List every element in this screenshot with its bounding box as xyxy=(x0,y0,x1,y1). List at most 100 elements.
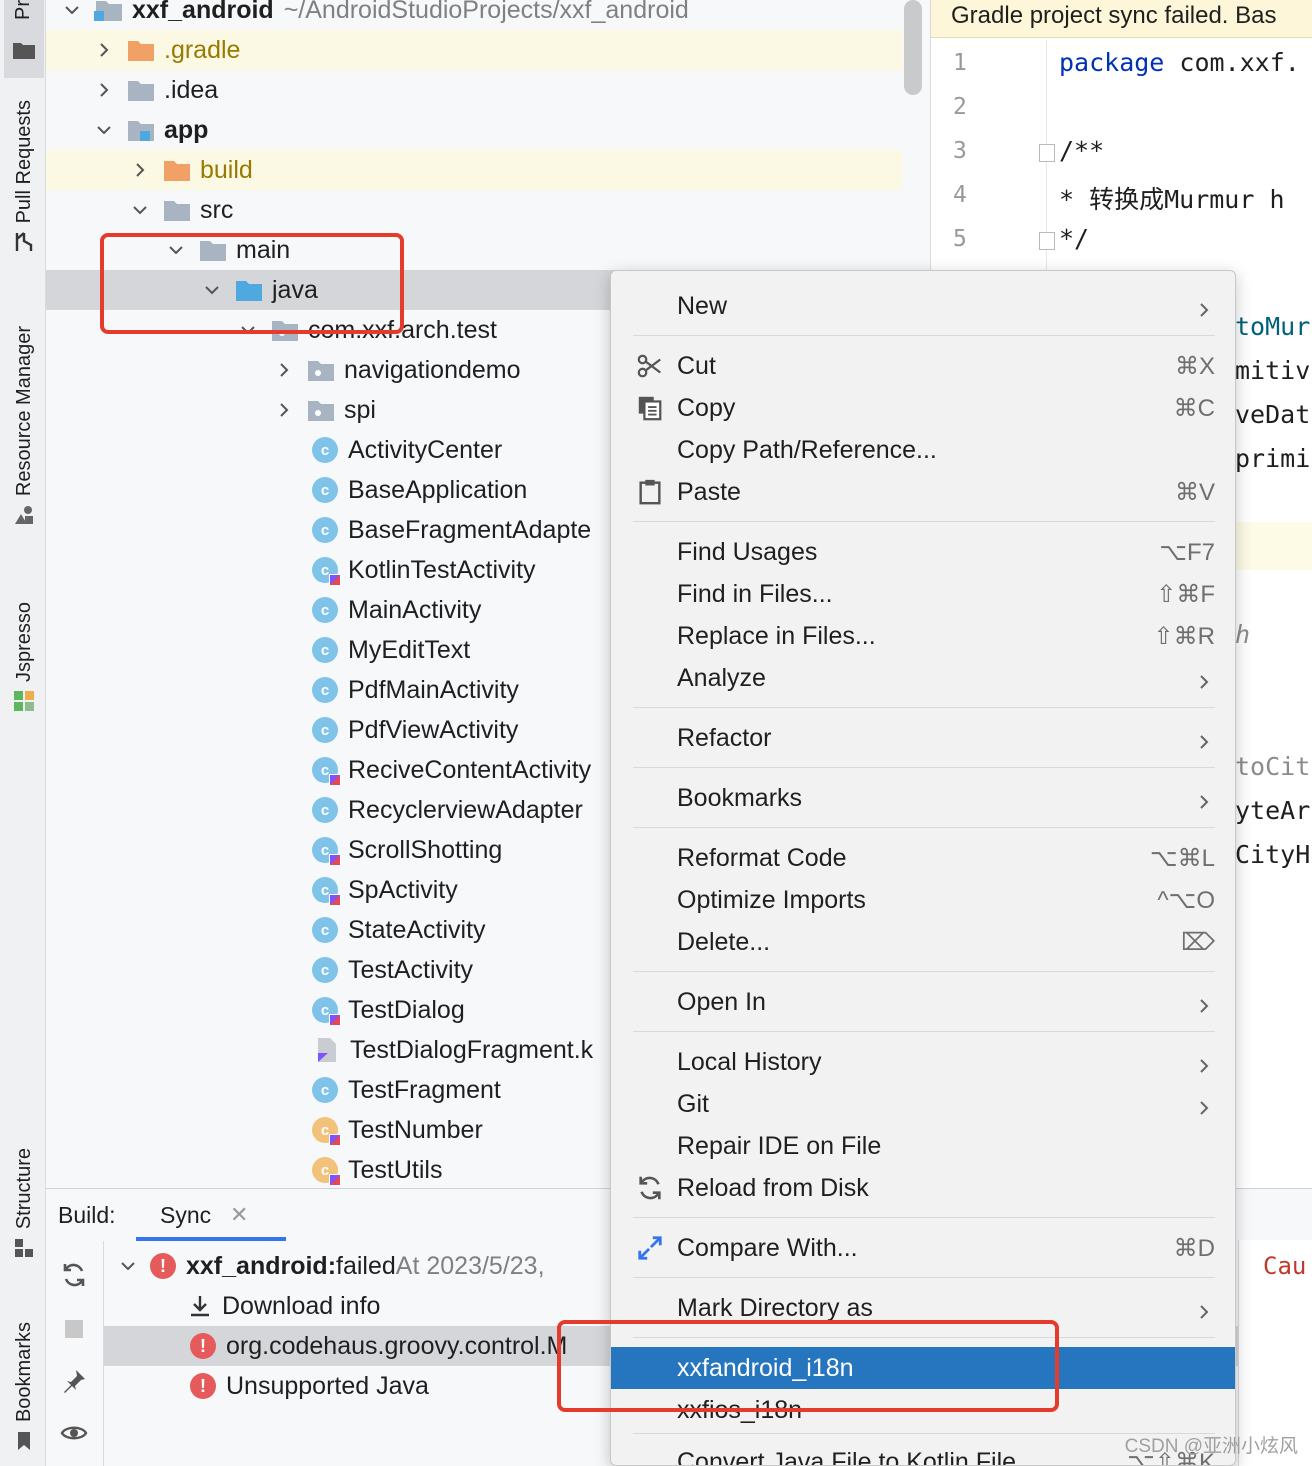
kotlin-class-icon: c xyxy=(312,997,341,1026)
tree-item-idea[interactable]: .idea xyxy=(46,70,902,110)
menu-item-reformat-code[interactable]: Reformat Code ⌥⌘L xyxy=(611,837,1235,879)
tree-item-src[interactable]: src xyxy=(46,190,902,230)
project-tool-button[interactable]: Pr xyxy=(4,0,44,78)
kotlin-badge-icon xyxy=(329,574,341,586)
menu-item-label: Find Usages xyxy=(677,537,818,566)
menu-item-optimize-imports[interactable]: Optimize Imports ^⌥O xyxy=(611,879,1235,921)
code-fragment: h xyxy=(1235,620,1251,649)
menu-item-reload-from-disk[interactable]: Reload from Disk xyxy=(611,1167,1235,1209)
tree-scrollbar[interactable] xyxy=(904,0,922,95)
class-icon: c xyxy=(312,957,338,983)
menu-separator xyxy=(633,767,1215,768)
tree-root-row[interactable]: xxf_android ~/AndroidStudioProjects/xxf_… xyxy=(46,0,902,30)
package-icon xyxy=(272,321,298,341)
menu-item-label: Delete... xyxy=(677,927,771,956)
sync-icon[interactable] xyxy=(60,1261,88,1289)
chevron-down-icon[interactable] xyxy=(200,278,224,302)
close-icon[interactable]: ✕ xyxy=(230,1202,248,1228)
menu-item-delete[interactable]: Delete... ⌦ xyxy=(611,921,1235,963)
tree-item-label: TestFragment xyxy=(348,1075,501,1104)
stop-icon[interactable] xyxy=(60,1315,88,1343)
tab-sync[interactable]: Sync xyxy=(160,1202,211,1229)
chevron-right-icon[interactable] xyxy=(92,78,116,102)
tree-item-label: BaseApplication xyxy=(348,475,528,504)
menu-item-find-usages[interactable]: Find Usages ⌥F7 xyxy=(611,531,1235,573)
menu-item-open-in[interactable]: Open In xyxy=(611,981,1235,1023)
tree-item-label: ActivityCenter xyxy=(348,435,503,464)
menu-item-git[interactable]: Git xyxy=(611,1083,1235,1125)
fold-marker-icon[interactable] xyxy=(1039,232,1055,250)
console-text: Cau xyxy=(1263,1252,1307,1280)
menu-item-bookmarks[interactable]: Bookmarks xyxy=(611,777,1235,819)
tree-item-label: MainActivity xyxy=(348,595,482,624)
bookmarks-tool-button[interactable]: Bookmarks xyxy=(4,1322,44,1452)
submenu-arrow-icon xyxy=(1195,993,1213,1013)
menu-separator xyxy=(633,335,1215,336)
tree-item-label: navigationdemo xyxy=(344,355,521,384)
chevron-right-icon[interactable] xyxy=(92,38,116,62)
menu-item-paste[interactable]: Paste ⌘V xyxy=(611,471,1235,513)
chevron-right-icon[interactable] xyxy=(272,398,296,422)
tree-item-label: StateActivity xyxy=(348,915,486,944)
chevron-down-icon[interactable] xyxy=(164,238,188,262)
code-fragment: mitiv xyxy=(1235,356,1311,385)
tree-item-app[interactable]: app xyxy=(46,110,902,150)
menu-item-copy[interactable]: Copy ⌘C xyxy=(611,387,1235,429)
chevron-down-icon[interactable] xyxy=(236,318,260,342)
line-number: 2 xyxy=(953,94,967,120)
menu-item-analyze[interactable]: Analyze xyxy=(611,657,1235,699)
tree-item-main[interactable]: main xyxy=(46,230,902,270)
pin-icon[interactable] xyxy=(60,1367,88,1395)
menu-item-label: Open In xyxy=(677,987,766,1016)
excluded-folder-icon xyxy=(128,41,154,61)
menu-item-xxfandroid-i18n[interactable]: xxfandroid_i18n xyxy=(611,1347,1235,1389)
menu-item-local-history[interactable]: Local History xyxy=(611,1041,1235,1083)
menu-item-mark-directory-as[interactable]: Mark Directory as xyxy=(611,1287,1235,1329)
menu-item-label: Reformat Code xyxy=(677,843,847,872)
jspresso-tool-button[interactable]: Jspresso xyxy=(4,602,44,712)
menu-item-label: Mark Directory as xyxy=(677,1293,873,1322)
chevron-down-icon[interactable] xyxy=(92,118,116,142)
menu-item-shortcut: ⌘V xyxy=(1174,478,1215,506)
menu-item-xxfios-i18n[interactable]: xxfios_i18n xyxy=(611,1389,1235,1431)
tree-item-gradle[interactable]: .gradle xyxy=(46,30,902,70)
build-project-name: xxf_android: xyxy=(186,1251,337,1280)
menu-item-compare-with[interactable]: Compare With... ⌘D xyxy=(611,1227,1235,1269)
resource-manager-tool-button[interactable]: Resource Manager xyxy=(4,326,44,526)
chevron-right-icon[interactable] xyxy=(272,358,296,382)
submenu-arrow-icon xyxy=(1195,789,1213,809)
menu-item-refactor[interactable]: Refactor xyxy=(611,717,1235,759)
menu-item-repair-ide-on-file[interactable]: Repair IDE on File xyxy=(611,1125,1235,1167)
module-folder-icon xyxy=(128,121,154,141)
chevron-down-icon[interactable] xyxy=(128,198,152,222)
menu-item-copy-path-reference[interactable]: Copy Path/Reference... xyxy=(611,429,1235,471)
tree-item-label: com.xxf.arch.test xyxy=(308,315,497,344)
menu-item-label: Repair IDE on File xyxy=(677,1131,882,1160)
menu-item-cut[interactable]: Cut ⌘X xyxy=(611,345,1235,387)
chevron-down-icon[interactable] xyxy=(116,1254,140,1278)
folder-icon xyxy=(13,43,35,59)
reload-icon xyxy=(635,1173,665,1203)
scissors-icon xyxy=(635,351,665,381)
pull-requests-tool-button[interactable]: Pull Requests xyxy=(4,100,44,253)
code-line-4: * 转换成Murmur h xyxy=(1059,185,1285,214)
eye-icon[interactable] xyxy=(60,1419,88,1447)
tree-item-label: TestDialogFragment.k xyxy=(350,1035,594,1064)
submenu-arrow-icon xyxy=(1195,1053,1213,1073)
tree-item-build[interactable]: build xyxy=(46,150,902,190)
menu-item-label: Local History xyxy=(677,1047,822,1076)
menu-item-replace-in-files[interactable]: Replace in Files... ⇧⌘R xyxy=(611,615,1235,657)
code-fragment: primi xyxy=(1235,444,1311,473)
line-number: 3 xyxy=(953,138,967,164)
fold-marker-icon[interactable] xyxy=(1039,144,1055,162)
class-icon: c xyxy=(312,597,338,623)
menu-item-find-in-files[interactable]: Find in Files... ⇧⌘F xyxy=(611,573,1235,615)
chevron-down-icon[interactable] xyxy=(60,0,84,22)
active-tab-indicator xyxy=(136,1237,286,1241)
menu-item-new[interactable]: New xyxy=(611,285,1235,327)
tree-root-name: xxf_android xyxy=(132,0,274,24)
structure-tool-button[interactable]: Structure xyxy=(4,1148,44,1259)
folder-icon xyxy=(164,201,190,221)
class-icon: c xyxy=(312,917,338,943)
chevron-right-icon[interactable] xyxy=(128,158,152,182)
